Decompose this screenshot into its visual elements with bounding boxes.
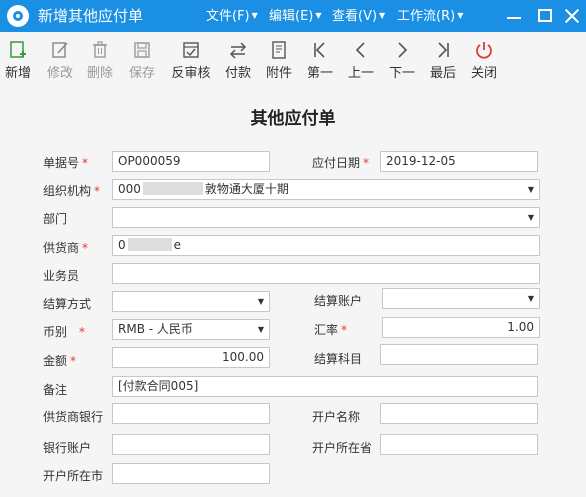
salesman-input[interactable] xyxy=(112,263,540,284)
save-icon xyxy=(127,40,157,64)
province-input[interactable] xyxy=(380,434,538,455)
last-record-button[interactable]: 最后 xyxy=(428,40,458,86)
minimize-button[interactable] xyxy=(503,5,525,27)
supplier-bank-input[interactable] xyxy=(112,403,270,424)
edit-icon xyxy=(45,40,75,64)
title-bar: 新增其他应付单 文件(F) ▼ 编辑(E) ▼ 查看(V) ▼ 工作流(R) ▼ xyxy=(0,0,586,32)
currency-label: 币别 * xyxy=(43,325,86,339)
transfer-icon xyxy=(223,40,253,64)
chevron-down-icon: ▼ xyxy=(527,185,534,194)
pay-date-label: 应付日期 * xyxy=(312,156,370,170)
settle-account-select[interactable]: ▼ xyxy=(382,288,540,309)
bill-no-label: 单据号 * xyxy=(43,156,89,170)
first-record-button[interactable]: 第一 xyxy=(305,40,335,86)
form-title: 其他应付单 xyxy=(250,109,336,129)
chevron-down-icon: ▼ xyxy=(257,297,264,306)
unaudit-button[interactable]: 反审核 xyxy=(169,40,213,86)
pay-date-input[interactable]: 2019-12-05 xyxy=(380,151,538,172)
city-input[interactable] xyxy=(112,463,270,484)
payment-button[interactable]: 付款 xyxy=(223,40,253,86)
supplier-input[interactable]: 0e xyxy=(112,235,540,256)
rate-input[interactable]: 1.00 xyxy=(382,317,540,338)
menu-workflow[interactable]: 工作流(R) ▼ xyxy=(397,8,463,25)
remark-label: 备注 xyxy=(43,383,68,397)
window-title: 新增其他应付单 xyxy=(38,7,144,25)
prev-icon xyxy=(346,40,376,64)
redacted-area xyxy=(127,238,172,251)
province-label: 开户所在省 xyxy=(312,441,373,455)
chevron-down-icon: ▼ xyxy=(257,325,264,334)
chevron-down-icon: ▼ xyxy=(527,213,534,222)
dept-label: 部门 xyxy=(43,212,68,226)
settle-method-select[interactable]: ▼ xyxy=(112,291,270,312)
bank-account-label: 银行账户 xyxy=(43,441,92,455)
account-name-input[interactable] xyxy=(380,403,538,424)
save-button[interactable]: 保存 xyxy=(127,40,157,86)
maximize-button[interactable] xyxy=(534,5,556,27)
settle-subject-input[interactable] xyxy=(380,344,538,365)
supplier-label: 供货商 * xyxy=(43,241,89,255)
rate-label: 汇率 * xyxy=(314,323,348,337)
prev-record-button[interactable]: 上一 xyxy=(346,40,376,86)
first-icon xyxy=(305,40,335,64)
attachment-button[interactable]: 附件 xyxy=(264,40,294,86)
delete-button[interactable]: 删除 xyxy=(85,40,115,86)
settle-method-label: 结算方式 xyxy=(43,297,92,311)
power-icon xyxy=(469,40,499,64)
unaudit-icon xyxy=(169,40,213,64)
next-record-button[interactable]: 下一 xyxy=(387,40,417,86)
chevron-down-icon: ▼ xyxy=(527,294,534,303)
city-label: 开户所在市 xyxy=(43,469,104,483)
amount-label: 金额 * xyxy=(43,354,77,368)
close-window-button[interactable] xyxy=(561,5,583,27)
dept-select[interactable]: ▼ xyxy=(112,207,540,228)
supplier-bank-label: 供货商银行 xyxy=(43,410,104,424)
toolbar: 新增 修改 删除 保存 反审核 付款 附件 第一 上一 下一 最后 关闭 xyxy=(0,32,586,90)
settle-subject-label: 结算科目 xyxy=(314,352,363,366)
last-icon xyxy=(428,40,458,64)
salesman-label: 业务员 xyxy=(43,269,80,283)
bill-no-input[interactable]: OP000059 xyxy=(112,151,270,172)
next-icon xyxy=(387,40,417,64)
org-select[interactable]: 000 敦物通大厦十期 ▼ xyxy=(112,179,540,200)
trash-icon xyxy=(85,40,115,64)
bank-account-input[interactable] xyxy=(112,434,270,455)
add-doc-icon xyxy=(3,40,33,64)
redacted-area xyxy=(142,182,203,195)
add-button[interactable]: 新增 xyxy=(3,40,33,86)
currency-select[interactable]: RMB - 人民币 ▼ xyxy=(112,319,270,340)
menu-view[interactable]: 查看(V) ▼ xyxy=(332,8,385,25)
amount-input[interactable]: 100.00 xyxy=(112,347,270,368)
menu-file[interactable]: 文件(F) ▼ xyxy=(206,8,258,25)
app-logo-icon xyxy=(7,5,29,27)
remark-input[interactable]: [付款合同005] xyxy=(112,376,538,397)
close-button[interactable]: 关闭 xyxy=(469,40,499,86)
menu-edit[interactable]: 编辑(E) ▼ xyxy=(269,8,322,25)
attachment-icon xyxy=(264,40,294,64)
edit-button[interactable]: 修改 xyxy=(45,40,75,86)
org-label: 组织机构 * xyxy=(43,184,101,198)
account-name-label: 开户名称 xyxy=(312,410,361,424)
settle-account-label: 结算账户 xyxy=(314,294,363,308)
